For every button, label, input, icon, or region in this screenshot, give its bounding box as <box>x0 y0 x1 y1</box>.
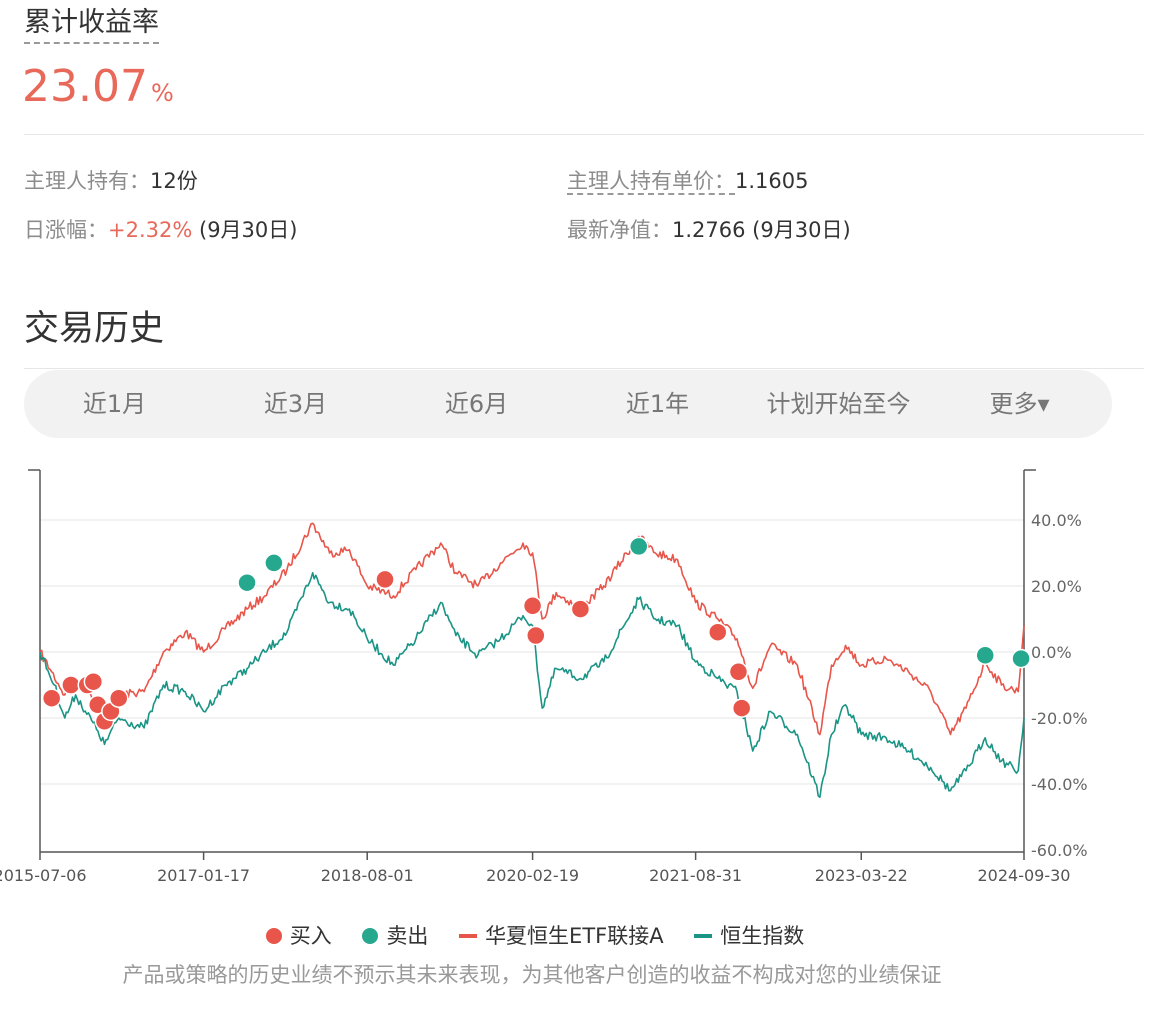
disclaimer: 产品或策略的历史业绩不预示其未来表现，为其他客户创造的收益不构成对您的业绩保证 <box>122 963 942 987</box>
latest-nav-label: 最新净值： <box>567 218 672 242</box>
buy-marker <box>108 688 129 708</box>
y-tick-label: 20.0% <box>1031 577 1082 596</box>
sell-marker <box>975 645 995 666</box>
return-unit: % <box>150 79 174 107</box>
latest-nav-date: (9月30日) <box>752 218 851 242</box>
buy-marker-icon <box>265 928 282 944</box>
sell-marker-icon <box>362 928 379 944</box>
y-tick-label: -40.0% <box>1031 775 1088 794</box>
chart-axes <box>28 469 1036 853</box>
holding-label: 主理人持有： <box>24 169 150 193</box>
daily-change-value: +2.32% <box>108 218 193 242</box>
x-tick-label: 2023-03-22 <box>815 866 908 885</box>
tab-3-months[interactable]: 近3月 <box>205 370 386 438</box>
y-tick-label: -20.0% <box>1031 709 1088 728</box>
tab-6-months[interactable]: 近6月 <box>386 370 567 438</box>
x-tick-label: 2015-07-06 <box>0 866 86 885</box>
x-tick-label: 2018-08-01 <box>321 866 414 885</box>
x-tick-labels: 2015-07-06 2017-01-17 2018-08-01 2020-02-19… <box>0 852 1070 885</box>
chart-series <box>39 522 1025 798</box>
legend-sell[interactable]: 卖出 <box>362 918 428 954</box>
buy-marker <box>731 698 752 718</box>
holding-stat: 主理人持有：12份 <box>24 166 198 196</box>
sell-marker <box>264 553 284 573</box>
unit-price-value: 1.1605 <box>735 169 809 193</box>
legend-buy-label: 买入 <box>289 924 332 948</box>
x-tick-label: 2021-08-31 <box>649 866 742 885</box>
y-tick-label: 40.0% <box>1031 511 1082 530</box>
legend-index-label: 恒生指数 <box>720 924 805 948</box>
buy-marker <box>83 671 104 692</box>
unit-price-stat: 主理人持有单价：1.1605 <box>567 166 808 196</box>
unit-price-label[interactable]: 主理人持有单价： <box>567 169 735 195</box>
buy-marker <box>522 596 543 616</box>
legend-index[interactable]: 恒生指数 <box>694 918 804 954</box>
x-tick-label: 2020-02-19 <box>486 866 579 885</box>
y-tick-labels: 40.0% 20.0% 0.0% -20.0% -40.0% -60.0% <box>1031 511 1088 860</box>
daily-change-label: 日涨幅： <box>24 218 108 242</box>
buy-marker <box>375 569 395 590</box>
legend-sell-label: 卖出 <box>386 924 429 948</box>
divider <box>24 368 1144 369</box>
buy-marker <box>708 622 728 642</box>
return-number: 23.07 <box>22 61 148 112</box>
divider <box>24 134 1144 135</box>
index-line-icon <box>694 934 713 938</box>
cumulative-return-value: 23.07% <box>22 60 174 114</box>
tab-1-month[interactable]: 近1月 <box>24 370 205 438</box>
chart-legend: 买入 卖出 华夏恒生ETF联接A 恒生指数 <box>0 918 1070 954</box>
buy-marker <box>570 599 591 619</box>
latest-nav-stat: 最新净值：1.2766 (9月30日) <box>567 215 851 245</box>
legend-fund-label: 华夏恒生ETF联接A <box>485 924 664 948</box>
period-tabs: 近1月 近3月 近6月 近1年 计划开始至今 更多▾ <box>24 370 1112 438</box>
buy-marker <box>41 688 62 708</box>
sell-marker <box>237 572 257 593</box>
trade-history-chart: 40.0% 20.0% 0.0% -20.0% -40.0% -60.0% 2015-07… <box>0 469 1088 885</box>
tab-1-year[interactable]: 近1年 <box>567 370 748 438</box>
buy-marker <box>61 675 81 695</box>
buy-marker <box>728 662 749 682</box>
cumulative-return-title[interactable]: 累计收益率 <box>24 6 159 44</box>
trade-history-title: 交易历史 <box>24 309 165 349</box>
y-tick-label: -60.0% <box>1031 841 1088 860</box>
sell-marker <box>1011 648 1031 669</box>
y-tick-label: 0.0% <box>1031 643 1072 662</box>
tab-since-start[interactable]: 计划开始至今 <box>748 370 929 438</box>
x-tick-label: 2024-09-30 <box>978 866 1071 885</box>
x-tick-label: 2017-01-17 <box>157 866 250 885</box>
holding-value: 12份 <box>150 169 198 193</box>
buy-marker <box>526 625 546 646</box>
daily-change-date: (9月30日) <box>199 218 298 242</box>
legend-buy[interactable]: 买入 <box>265 918 332 954</box>
latest-nav-value: 1.2766 <box>672 218 746 242</box>
daily-change-stat: 日涨幅：+2.32% (9月30日) <box>24 215 297 245</box>
legend-fund[interactable]: 华夏恒生ETF联接A <box>459 918 664 954</box>
chart-grid <box>40 519 1024 785</box>
sell-marker <box>628 536 649 557</box>
fund-line-icon <box>459 934 478 938</box>
tab-more[interactable]: 更多▾ <box>929 370 1110 438</box>
